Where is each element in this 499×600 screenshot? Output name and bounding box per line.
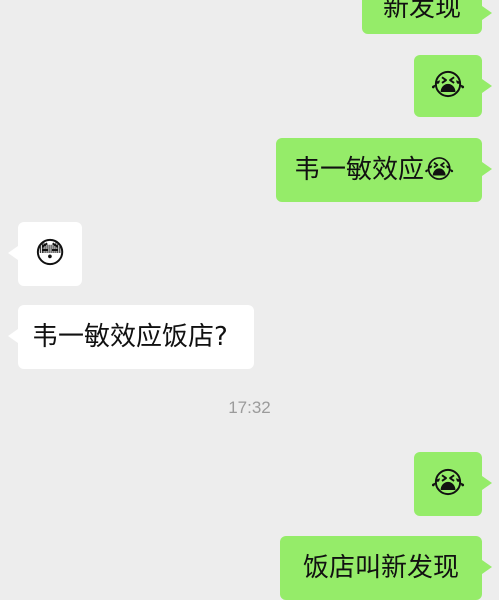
message-text: 韦一敏效应: [294, 155, 425, 185]
message-text: 韦一敏效应饭店?: [32, 322, 228, 352]
outgoing-emoji-bubble[interactable]: 😭: [414, 55, 492, 117]
incoming-emoji-bubble[interactable]: 😳: [8, 222, 82, 286]
outgoing-emoji-bubble[interactable]: 😭: [414, 452, 492, 516]
flushed-face-emoji-icon: 😳: [34, 236, 66, 271]
crying-face-emoji-icon: 😭: [424, 155, 455, 185]
crying-face-emoji-icon: 😭: [430, 466, 466, 501]
outgoing-message-bubble[interactable]: 新发现: [362, 0, 492, 34]
message-text: 新发现: [382, 0, 461, 23]
message-text: 饭店叫新发现: [302, 553, 459, 583]
chat-thread: 新发现 😭 韦一敏效应 😭 😳 韦一敏效应饭店? 17:32 😭 饭店叫新发现: [0, 0, 499, 600]
message-timestamp: 17:32: [228, 398, 271, 417]
outgoing-message-bubble[interactable]: 韦一敏效应 😭: [276, 138, 492, 202]
crying-face-emoji-icon: 😭: [430, 68, 466, 103]
incoming-message-bubble[interactable]: 韦一敏效应饭店?: [8, 305, 254, 369]
outgoing-message-bubble[interactable]: 饭店叫新发现: [280, 536, 492, 600]
